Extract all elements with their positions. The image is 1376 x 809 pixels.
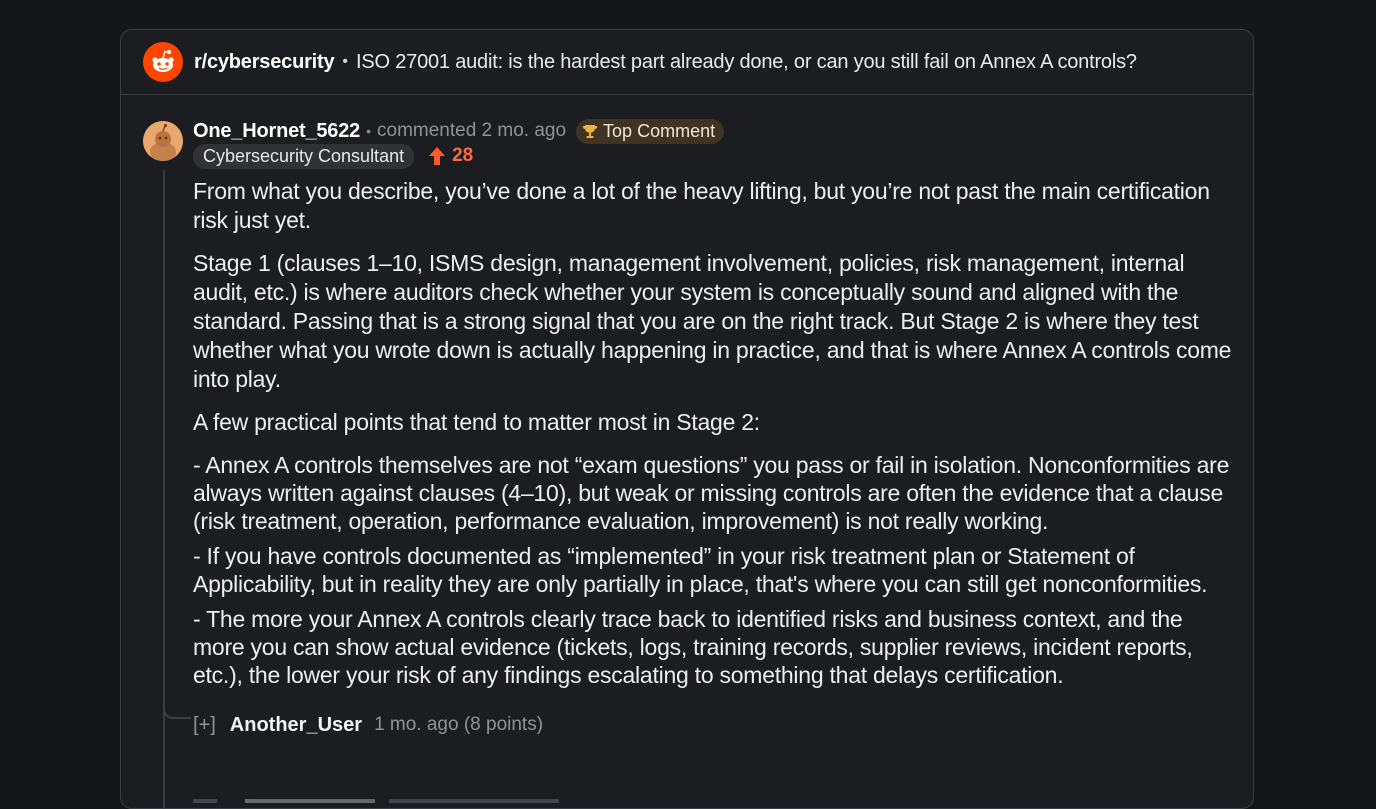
meta-separator: • — [366, 123, 371, 139]
post-header: r/cybersecurity • ISO 27001 audit: is th… — [121, 30, 1253, 95]
top-comment-badge-label: Top Comment — [603, 120, 716, 141]
reddit-avatar-icon — [143, 121, 183, 161]
comment-bullet: - The more your Annex A controls clearly… — [193, 606, 1193, 688]
comment-timestamp[interactable]: commented 2 mo. ago — [377, 120, 566, 142]
comment-bullet: - If you have controls documented as “im… — [193, 543, 1208, 597]
comment-card: r/cybersecurity • ISO 27001 audit: is th… — [120, 29, 1254, 809]
reply-meta: 1 mo. ago (8 points) — [374, 714, 544, 735]
comment-meta: One_Hornet_5622 • commented 2 mo. ago To… — [193, 118, 725, 144]
cutoff-reply — [193, 774, 559, 804]
reddit-logo-icon[interactable] — [143, 42, 183, 82]
comment-body: From what you describe, you’ve done a lo… — [193, 177, 1233, 696]
vote-score-value: 28 — [452, 145, 474, 166]
collapsed-reply[interactable]: [+] Another_User 1 mo. ago (8 points) — [193, 710, 543, 740]
top-comment-badge: Top Comment — [576, 118, 725, 144]
subreddit-link[interactable]: r/cybersecurity — [194, 51, 335, 74]
comment-username[interactable]: One_Hornet_5622 — [193, 120, 360, 143]
user-avatar[interactable] — [143, 121, 183, 161]
expand-reply-button[interactable]: [+] — [193, 714, 216, 737]
vote-score[interactable]: 28 — [428, 145, 473, 167]
upvote-arrow-icon[interactable] — [428, 146, 446, 166]
comment-bullet: - Annex A controls themselves are not “e… — [193, 452, 1230, 534]
trophy-icon — [583, 125, 598, 138]
cutoff-reply-expander-shape — [193, 799, 217, 803]
cutoff-reply-meta-shape — [389, 799, 559, 803]
comment-paragraph: From what you describe, you’ve done a lo… — [193, 178, 1210, 233]
cutoff-reply-username-shape — [245, 799, 375, 803]
reply-username[interactable]: Another_User — [230, 714, 362, 737]
comment-paragraph: A few practical points that tend to matt… — [193, 409, 760, 435]
header-separator: • — [342, 53, 349, 70]
reply-connector — [163, 701, 191, 719]
user-flair: Cybersecurity Consultant — [193, 143, 415, 169]
comment-meta-secondary: Cybersecurity Consultant 28 — [193, 143, 473, 169]
post-title[interactable]: ISO 27001 audit: is the hardest part alr… — [356, 51, 1137, 74]
comment-paragraph: Stage 1 (clauses 1–10, ISMS design, mana… — [193, 250, 1232, 392]
